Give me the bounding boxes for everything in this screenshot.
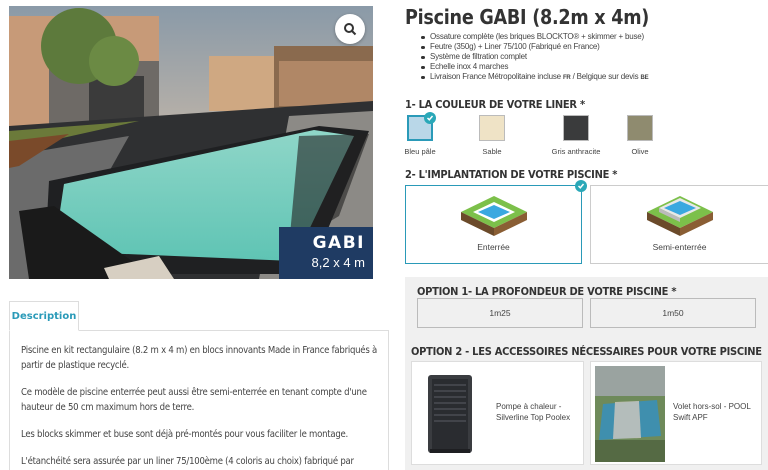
description-paragraph: Les blocks skimmer et buse sont déjà pré… bbox=[21, 429, 348, 440]
heat-pump-image bbox=[428, 375, 472, 453]
depth-heading: OPTION 1- LA PROFONDEUR DE VOTRE PISCINE… bbox=[417, 285, 677, 298]
feature-item-delivery: Livraison France Métropolitaine incluse … bbox=[421, 72, 649, 83]
description-body: Piscine en kit rectangulaire (8.2 m x 4 … bbox=[9, 330, 389, 470]
product-image[interactable]: GABI 8,2 x 4 m bbox=[9, 6, 373, 279]
accessory-label-line: Swift APF bbox=[673, 413, 708, 422]
option-semi-enterree[interactable]: Semi-enterrée bbox=[590, 185, 768, 264]
zoom-button[interactable] bbox=[335, 14, 365, 44]
description-paragraph: L'étanchéité sera assurée par un liner 7… bbox=[21, 456, 354, 467]
depth-option-1m50[interactable]: 1m50 bbox=[590, 298, 756, 328]
delivery-text: Livraison France Métropolitaine incluse bbox=[430, 72, 561, 81]
accessory-label: Volet hors-sol - POOL Swift APF bbox=[673, 401, 751, 423]
accessory-label-line: Silverline Top Poolex bbox=[496, 413, 571, 422]
description-paragraph: Piscine en kit rectangulaire (8.2 m x 4 … bbox=[21, 345, 377, 371]
accessory-label: Pompe à chaleur - Silverline Top Poolex bbox=[496, 401, 570, 423]
pool-cover-image bbox=[595, 366, 665, 462]
implantation-heading: 2- L'IMPLANTATION DE VOTRE PISCINE * bbox=[405, 168, 618, 181]
accessory-label-line: Pompe à chaleur - bbox=[496, 402, 562, 411]
description-panel: Description Piscine en kit rectangulaire… bbox=[9, 301, 389, 470]
accessory-pool-cover[interactable]: Volet hors-sol - POOL Swift APF bbox=[590, 361, 762, 465]
swatch-gris-anthracite[interactable] bbox=[563, 115, 589, 141]
liner-heading: 1- LA COULEUR DE VOTRE LINER * bbox=[405, 98, 585, 111]
delivery-be: BE bbox=[640, 75, 649, 81]
accessory-heat-pump[interactable]: Pompe à chaleur - Silverline Top Poolex bbox=[411, 361, 584, 465]
tab-description[interactable]: Description bbox=[9, 301, 79, 331]
swatch-label: Olive bbox=[631, 147, 649, 156]
model-badge: GABI 8,2 x 4 m bbox=[279, 227, 373, 279]
badge-size: 8,2 x 4 m bbox=[311, 255, 365, 270]
pool-semi-inground-icon bbox=[646, 196, 713, 236]
description-paragraph: Ce modèle de piscine enterrée peut aussi… bbox=[21, 387, 367, 413]
accessories-heading: OPTION 2 - LES ACCESSOIRES NÉCESSAIRES P… bbox=[411, 345, 762, 358]
feature-list: Ossature complète (les briques BLOCKTO® … bbox=[421, 32, 649, 83]
pool-inground-icon bbox=[460, 196, 527, 236]
feature-item: Système de filtration complet bbox=[421, 52, 648, 62]
accessory-label-line: Volet hors-sol - POOL bbox=[673, 402, 751, 411]
product-title: Piscine GABI (8.2m x 4m) bbox=[405, 5, 650, 29]
swatch-olive[interactable] bbox=[627, 115, 653, 141]
search-icon bbox=[344, 23, 357, 36]
swatch-label: Gris anthracite bbox=[551, 147, 601, 156]
option-enterree[interactable]: Enterrée bbox=[405, 185, 582, 264]
option-label: Enterrée bbox=[477, 242, 510, 252]
badge-title: GABI bbox=[312, 233, 365, 253]
depth-option-1m25[interactable]: 1m25 bbox=[417, 298, 583, 328]
swatch-sable[interactable] bbox=[479, 115, 505, 141]
delivery-belgium: / Belgique sur devis bbox=[570, 72, 641, 81]
feature-item: Ossature complète (les briques BLOCKTO® … bbox=[421, 32, 648, 42]
feature-item: Echelle inox 4 marches bbox=[421, 62, 648, 72]
option-label: Semi-enterrée bbox=[652, 242, 707, 252]
check-icon bbox=[575, 180, 587, 192]
check-icon bbox=[424, 112, 436, 124]
delivery-fr: FR bbox=[562, 75, 571, 81]
swatch-label: Bleu pâle bbox=[404, 147, 436, 156]
swatch-label: Sable bbox=[482, 147, 502, 156]
feature-item: Feutre (350g) + Liner 75/100 (Fabriqué e… bbox=[421, 42, 648, 52]
